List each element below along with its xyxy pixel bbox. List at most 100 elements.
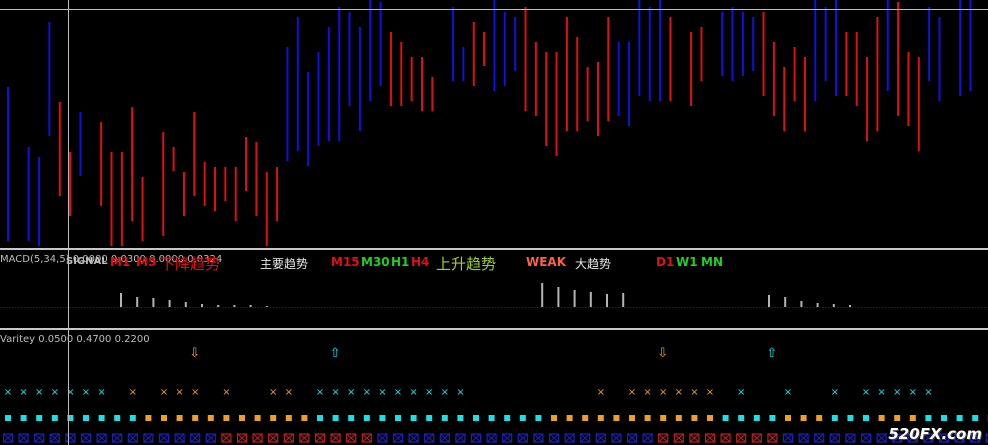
zero-line-dot [120, 307, 122, 308]
cross-marker: × [659, 387, 667, 398]
zero-line-dot [402, 307, 404, 308]
zero-line-dot [900, 307, 902, 308]
zero-line-dot [480, 307, 482, 308]
zero-line-dot [552, 307, 554, 308]
box-marker [283, 433, 294, 443]
square-marker [582, 415, 589, 421]
zero-line-dot [966, 307, 968, 308]
zero-line-dot [51, 307, 53, 308]
zero-line-dot [564, 307, 566, 308]
zero-line-dot [894, 307, 896, 308]
zero-line-dot [87, 307, 89, 308]
zero-line-dot [924, 307, 926, 308]
zero-line-dot [819, 307, 821, 308]
varitey-indicator: × × × × × × × × × × × × × × × × × × × × × × × × × × × × × × × × × × × × × × × [2, 387, 988, 443]
zero-line-dot [825, 307, 827, 308]
zero-line-dot [657, 307, 659, 308]
zero-line-dot [21, 307, 23, 308]
zero-line-dot [591, 307, 593, 308]
cross-marker: × [784, 387, 792, 398]
box-marker [470, 433, 482, 443]
zero-line-dot [438, 307, 440, 308]
square-marker [800, 415, 807, 421]
zero-line-dot [156, 307, 158, 308]
zero-line-dot [843, 307, 845, 308]
square-marker [83, 415, 89, 421]
zero-line-dot [555, 307, 557, 308]
candlestick-chart[interactable] [0, 0, 988, 248]
zero-line-dot [111, 307, 113, 308]
zero-line-dot [873, 307, 875, 308]
cross-marker: × [909, 387, 917, 398]
zero-line-dot [456, 307, 458, 308]
zero-line-dot [537, 307, 539, 308]
cross-marker: × [378, 387, 386, 398]
zero-line-dot [576, 307, 578, 308]
cross-marker: × [409, 387, 417, 398]
zero-line-dot [582, 307, 584, 308]
zero-line-dot [336, 307, 338, 308]
box-marker [860, 433, 872, 443]
zero-line-dot [366, 307, 368, 308]
zero-line-dot [720, 307, 722, 308]
cross-marker: × [441, 387, 449, 398]
zero-line-dot [687, 307, 689, 308]
zero-line-dot [96, 307, 98, 308]
zero-line-dot [759, 307, 761, 308]
macd-bar [573, 290, 576, 307]
square-marker [270, 415, 277, 421]
zero-line-dot [510, 307, 512, 308]
zero-line-dot [699, 307, 701, 308]
square-marker [894, 415, 901, 421]
zero-line-dot [417, 307, 419, 308]
varitey-pane[interactable]: × × × × × × × × × × × × × × × × × × × × × × × × × × × × × × × × × × × × × × × … [0, 330, 988, 445]
box-marker [595, 433, 606, 443]
zero-line-dot [81, 307, 83, 308]
zero-line-dot [795, 307, 797, 308]
zero-line-dot [291, 307, 293, 308]
zero-line-dot [348, 307, 350, 308]
square-marker [395, 415, 401, 421]
trading-chart[interactable]: MACD(5,34,5) 0.0000 0.0300 0.0000 0.0324… [0, 0, 988, 445]
zero-line-dot [192, 307, 194, 308]
box-marker [548, 433, 560, 443]
zero-line-dot [597, 307, 599, 308]
zero-line-dot [765, 307, 767, 308]
square-marker [785, 415, 791, 421]
zero-line-dot [303, 307, 305, 308]
square-marker [410, 415, 417, 421]
price-pane[interactable] [0, 0, 988, 248]
macd-pane[interactable]: MACD(5,34,5) 0.0000 0.0300 0.0000 0.0324… [0, 250, 988, 328]
zero-line-dot [165, 307, 167, 308]
zero-line-dot [201, 307, 203, 308]
zero-line-dot [414, 307, 416, 308]
square-marker [51, 415, 58, 421]
zero-line-dot [330, 307, 332, 308]
box-marker [96, 433, 107, 443]
zero-line-dot [162, 307, 164, 308]
zero-line-dot [531, 307, 533, 308]
zero-line-dot [219, 307, 221, 308]
zero-line-dot [321, 307, 323, 308]
square-marker [613, 415, 620, 421]
square-marker [722, 415, 729, 421]
macd-bar [120, 293, 122, 307]
square-marker [488, 415, 495, 421]
up-arrow-icon: ⇧ [766, 346, 778, 361]
zero-line-dot [174, 307, 176, 308]
box-marker [392, 433, 404, 443]
cross-marker: × [19, 387, 27, 398]
zero-line-dot [45, 307, 47, 308]
box-marker [767, 433, 778, 443]
box-marker [299, 433, 310, 443]
zero-line-dot [273, 307, 275, 308]
zero-line-dot [546, 307, 548, 308]
zero-line-dot [216, 307, 218, 308]
box-marker [533, 433, 544, 443]
zero-line-dot [525, 307, 527, 308]
square-marker [239, 415, 245, 421]
zero-line-dot [300, 307, 302, 308]
zero-line-dot [420, 307, 422, 308]
macd-bar [816, 303, 819, 307]
square-marker [863, 415, 869, 421]
